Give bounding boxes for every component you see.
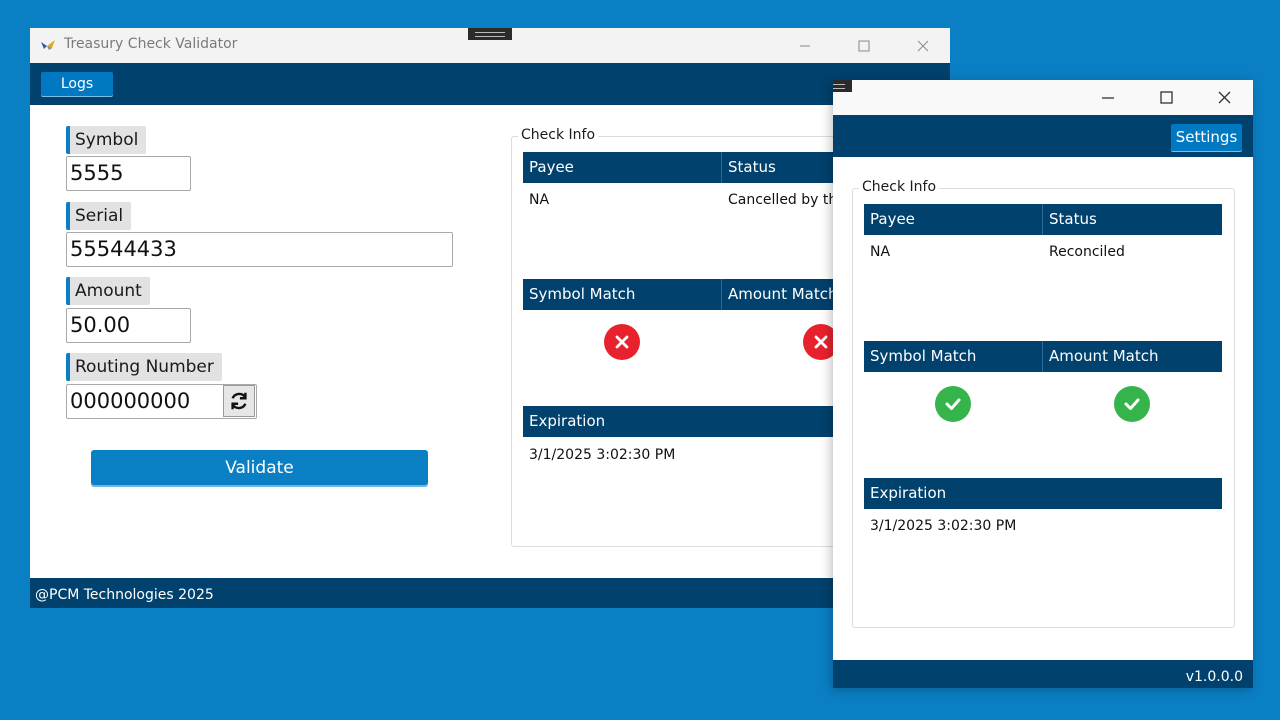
x-circle-icon (814, 335, 828, 349)
window-title: Treasury Check Validator (64, 36, 238, 52)
routing-number-label: Routing Number (66, 353, 222, 381)
minimize-button[interactable] (776, 28, 834, 63)
x-circle-icon (615, 335, 629, 349)
payee-value: NA (870, 244, 891, 260)
nav-bar: Logs (30, 63, 950, 105)
serial-input[interactable]: 55544433 (66, 232, 453, 267)
close-icon (917, 40, 929, 51)
amount-input[interactable]: 50.00 (66, 308, 191, 343)
drag-handle-icon[interactable] (468, 28, 512, 40)
check-circle-icon (945, 398, 961, 410)
nav-bar: Settings (833, 115, 1253, 157)
settings-button[interactable]: Settings (1171, 124, 1242, 151)
check-info-group: Check Info Payee Status NA Reconciled Sy… (852, 179, 1235, 628)
title-bar[interactable]: Treasury Check Validator (30, 28, 950, 63)
payee-value: NA (529, 192, 550, 208)
expiration-value: 3/1/2025 3:02:30 PM (870, 518, 1017, 534)
symbol-match-header: Symbol Match (523, 279, 722, 310)
version-footer: v1.0.0.0 (833, 660, 1253, 688)
serial-label: Serial (66, 202, 132, 230)
symbol-input[interactable]: 5555 (66, 156, 191, 191)
maximize-icon (858, 40, 870, 51)
maximize-button[interactable] (1137, 80, 1195, 115)
minimize-button[interactable] (1079, 80, 1137, 115)
maximize-button[interactable] (835, 28, 893, 63)
maximize-icon (1159, 91, 1173, 104)
check-info-title: Check Info (859, 179, 940, 195)
symbol-match-pass-icon (935, 386, 971, 422)
minimize-icon (1102, 96, 1114, 99)
footer: @PCM Technologies 2025 (30, 578, 950, 608)
status-value: Reconciled (1049, 244, 1125, 260)
close-button[interactable] (1195, 80, 1253, 115)
amount-label: Amount (66, 277, 150, 305)
secondary-window: Settings Check Info Payee Status NA Reco… (833, 80, 1253, 688)
drag-handle-icon[interactable] (833, 80, 852, 92)
close-button[interactable] (894, 28, 950, 63)
status-header: Status (1043, 204, 1222, 235)
expiration-header: Expiration (864, 478, 1222, 509)
expiration-value: 3/1/2025 3:02:30 PM (529, 447, 676, 463)
amount-match-pass-icon (1114, 386, 1150, 422)
logs-button[interactable]: Logs (41, 72, 113, 96)
refresh-button[interactable] (223, 385, 255, 417)
app-logo-icon (41, 40, 55, 50)
title-bar[interactable] (833, 80, 1253, 115)
check-circle-icon (1124, 398, 1140, 410)
payee-header: Payee (523, 152, 722, 183)
main-window: Treasury Check Validator Logs Symbol 555… (30, 28, 950, 608)
status-value: Cancelled by the (728, 192, 846, 208)
symbol-label: Symbol (66, 126, 147, 154)
refresh-icon (231, 392, 247, 410)
symbol-match-header: Symbol Match (864, 341, 1043, 372)
amount-match-header: Amount Match (1043, 341, 1222, 372)
close-icon (1218, 91, 1230, 104)
payee-header: Payee (864, 204, 1043, 235)
validate-button[interactable]: Validate (91, 450, 428, 485)
symbol-match-fail-icon (604, 324, 640, 360)
check-info-title: Check Info (518, 127, 599, 143)
minimize-icon (800, 45, 810, 46)
